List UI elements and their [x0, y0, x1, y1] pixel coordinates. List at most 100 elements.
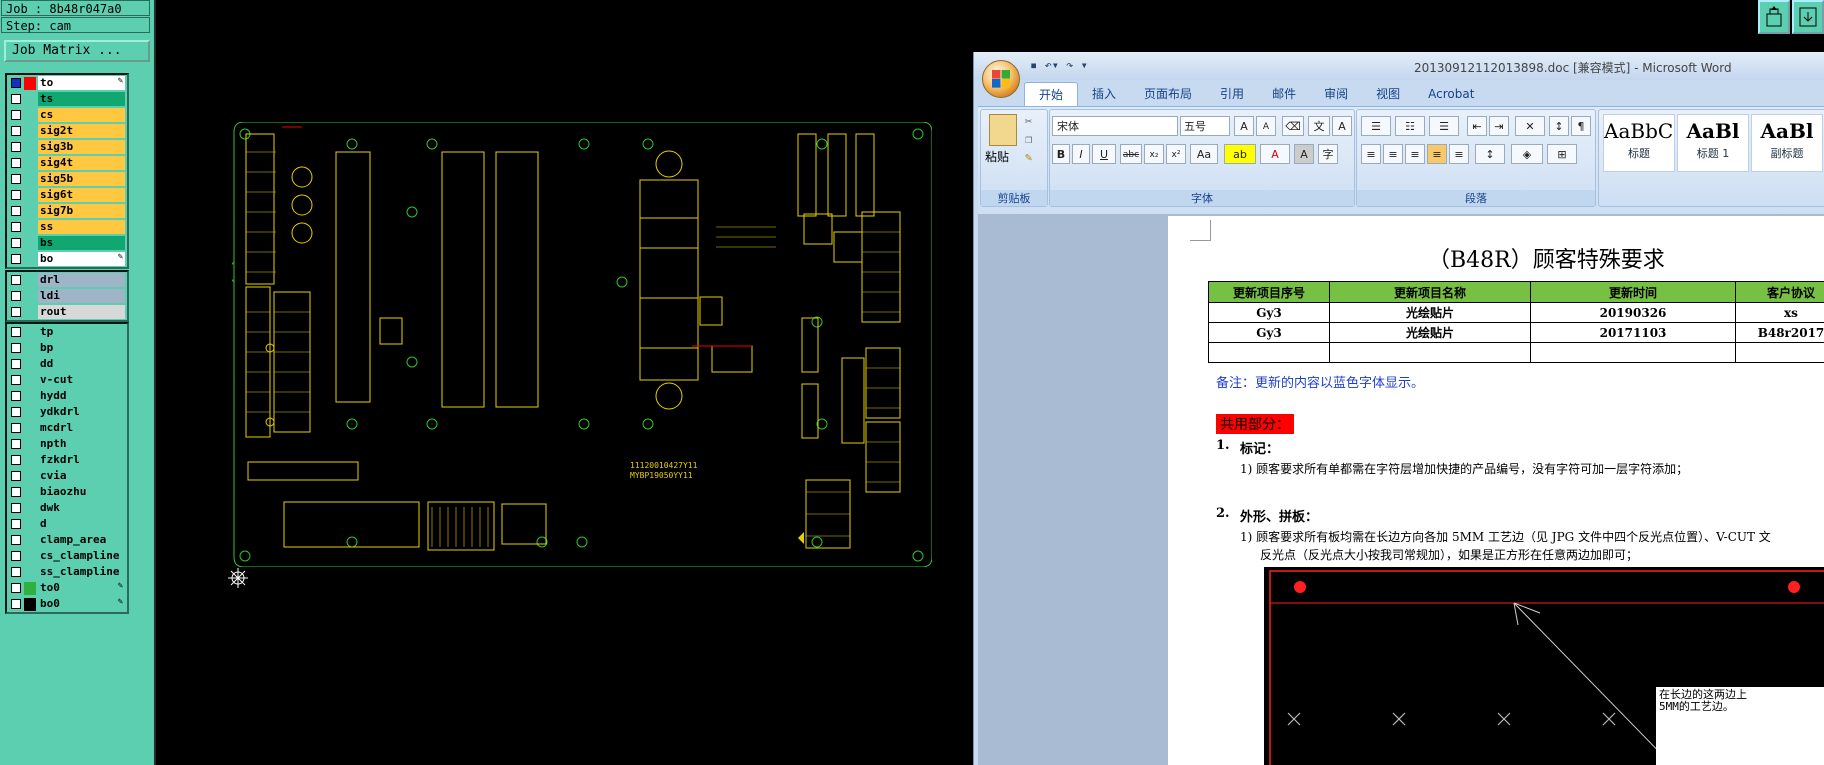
font-size-select[interactable]: 五号	[1180, 116, 1230, 136]
layer-checkbox[interactable]	[11, 519, 21, 529]
table-cell[interactable]: 光绘贴片	[1329, 322, 1531, 343]
layer-row-v-cut[interactable]: v-cut	[7, 372, 127, 388]
layer-color-swatch[interactable]	[24, 76, 36, 90]
layer-color-swatch[interactable]	[24, 550, 36, 563]
layer-color-swatch[interactable]	[24, 189, 36, 202]
tab-0[interactable]: 开始	[1024, 82, 1079, 106]
char-shading-icon[interactable]: A	[1294, 144, 1314, 164]
layer-color-swatch[interactable]	[24, 566, 36, 579]
layer-color-swatch[interactable]	[24, 374, 36, 387]
layer-name[interactable]: bo	[38, 252, 125, 266]
layer-name[interactable]: cvia	[38, 469, 125, 483]
layer-name[interactable]: to0	[38, 581, 125, 595]
layer-row-bo[interactable]: bo ✎	[7, 251, 127, 267]
layer-name[interactable]: sig7b	[38, 204, 125, 218]
table-cell[interactable]	[1208, 342, 1330, 363]
layer-name[interactable]: cs_clampline	[38, 549, 125, 563]
bullets-icon[interactable]: ☰	[1361, 116, 1391, 136]
table-cell[interactable]	[1329, 342, 1531, 363]
layer-row-tp[interactable]: tp	[7, 324, 127, 340]
table-cell[interactable]: Gy3	[1208, 322, 1330, 343]
change-case-icon[interactable]: Aa	[1190, 144, 1218, 164]
layer-row-sig2t[interactable]: sig2t	[7, 123, 127, 139]
layer-color-swatch[interactable]	[24, 237, 36, 250]
qat-customize-icon[interactable]: ▾	[1081, 58, 1088, 72]
layer-name[interactable]: dd	[38, 357, 125, 371]
document-page[interactable]: （B48R）顾客特殊要求 更新项目序号 更新项目名称 更新时间 客户协议 Gy3 光绘贴…	[1168, 216, 1824, 765]
layer-row-ss[interactable]: ss	[7, 219, 127, 235]
layer-checkbox[interactable]	[11, 375, 21, 385]
save-icon[interactable]: ▪	[1030, 58, 1037, 72]
table-cell[interactable]: Gy3	[1208, 302, 1330, 323]
underline-icon[interactable]: U	[1092, 144, 1116, 164]
tab-1[interactable]: 插入	[1078, 82, 1130, 106]
align-left-icon[interactable]: ≡	[1361, 144, 1381, 164]
copy-icon[interactable]: ❐	[1025, 132, 1032, 146]
layer-name[interactable]: sig2t	[38, 124, 125, 138]
layer-checkbox[interactable]	[11, 222, 21, 232]
layer-row-sig3b[interactable]: sig3b	[7, 139, 127, 155]
layer-row-drl[interactable]: drl	[7, 272, 127, 288]
superscript-icon[interactable]: x²	[1166, 144, 1186, 164]
layer-row-npth[interactable]: npth	[7, 436, 127, 452]
layer-row-dwk[interactable]: dwk	[7, 500, 127, 516]
layer-checkbox[interactable]	[11, 535, 21, 545]
layer-color-swatch[interactable]	[24, 581, 36, 595]
layer-name[interactable]: sig6t	[38, 188, 125, 202]
layer-color-swatch[interactable]	[24, 205, 36, 218]
layer-row-to[interactable]: to ✎	[7, 75, 127, 91]
layer-row-cs_clampline[interactable]: cs_clampline	[7, 548, 127, 564]
layer-color-swatch[interactable]	[24, 221, 36, 234]
decrease-indent-icon[interactable]: ⇤	[1467, 116, 1487, 136]
layer-name[interactable]: bo0	[38, 597, 125, 611]
layer-color-swatch[interactable]	[24, 326, 36, 339]
layer-checkbox[interactable]	[11, 359, 21, 369]
layer-checkbox[interactable]	[11, 551, 21, 561]
shrink-font-icon[interactable]: A	[1256, 116, 1276, 136]
sort-icon[interactable]: ↕	[1549, 116, 1569, 136]
layer-checkbox[interactable]	[11, 343, 21, 353]
office-button[interactable]	[982, 60, 1020, 98]
layer-checkbox[interactable]	[11, 407, 21, 417]
layer-checkbox[interactable]	[11, 238, 21, 248]
tab-5[interactable]: 审阅	[1310, 82, 1362, 106]
line-spacing-icon[interactable]: ↕	[1475, 144, 1505, 164]
table-cell[interactable]: B48r2017	[1735, 322, 1824, 343]
layer-name[interactable]: npth	[38, 437, 125, 451]
font-color-icon[interactable]: A	[1260, 144, 1290, 164]
tab-6[interactable]: 视图	[1362, 82, 1414, 106]
layer-row-rout[interactable]: rout	[7, 304, 127, 320]
layer-checkbox[interactable]	[11, 291, 21, 301]
chinese-layout-icon[interactable]: ✕	[1515, 116, 1545, 136]
layer-checkbox[interactable]	[11, 254, 21, 264]
layer-color-swatch[interactable]	[24, 486, 36, 499]
increase-indent-icon[interactable]: ⇥	[1489, 116, 1509, 136]
grow-font-icon[interactable]: A	[1234, 116, 1254, 136]
layer-name[interactable]: bp	[38, 341, 125, 355]
layer-name[interactable]: mcdrl	[38, 421, 125, 435]
layer-name[interactable]: ts	[38, 92, 125, 106]
layer-name[interactable]: fzkdrl	[38, 453, 125, 467]
subscript-icon[interactable]: x₂	[1144, 144, 1164, 164]
font-name-select[interactable]: 宋体	[1052, 116, 1178, 136]
borders-icon[interactable]: ⊞	[1547, 144, 1577, 164]
phonetic-guide-icon[interactable]: 文	[1308, 116, 1330, 136]
layer-row-cs[interactable]: cs	[7, 107, 127, 123]
layer-color-swatch[interactable]	[24, 93, 36, 106]
table-cell[interactable]: xs	[1735, 302, 1824, 323]
layer-row-ydkdrl[interactable]: ydkdrl	[7, 404, 127, 420]
undo-icon[interactable]: ↶▾	[1044, 58, 1058, 72]
layer-checkbox[interactable]	[11, 190, 21, 200]
layer-row-cvia[interactable]: cvia	[7, 468, 127, 484]
show-marks-icon[interactable]: ¶	[1571, 116, 1591, 136]
layer-row-biaozhu[interactable]: biaozhu	[7, 484, 127, 500]
clear-format-icon[interactable]: ⌫	[1282, 116, 1304, 136]
layer-row-bp[interactable]: bp	[7, 340, 127, 356]
layer-checkbox[interactable]	[11, 439, 21, 449]
layer-checkbox[interactable]	[11, 487, 21, 497]
table-cell[interactable]	[1735, 342, 1824, 363]
layer-color-swatch[interactable]	[24, 109, 36, 122]
layer-row-dd[interactable]: dd	[7, 356, 127, 372]
layer-checkbox[interactable]	[11, 126, 21, 136]
layer-name[interactable]: ss	[38, 220, 125, 234]
